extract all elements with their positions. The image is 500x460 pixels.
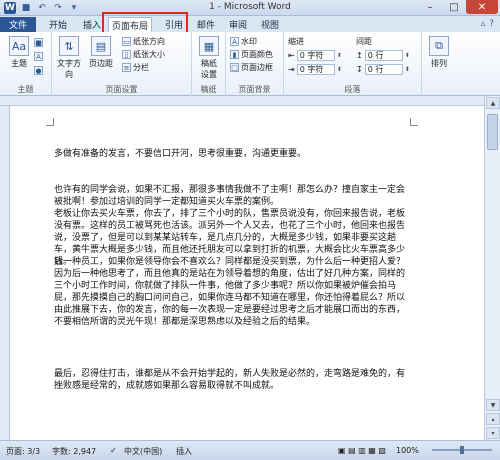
draft-icon: ▦ [199,36,219,56]
spinner-icon[interactable]: ⬍ [337,66,342,73]
page-color-icon: ▮ [230,50,239,59]
spacing-before-field[interactable]: ↥ 0 行 ⬍ [356,50,410,61]
arrange-button[interactable]: ⧉ 排列 [426,36,452,69]
word-count[interactable]: 字数: 2,947 [52,446,96,457]
page-color-button[interactable]: ▮ 页面颜色 [230,49,273,60]
group-label-draft: 稿纸 [200,85,217,94]
columns-button[interactable]: ≡ 分栏 [122,62,149,73]
tab-view[interactable]: 视图 [256,17,284,32]
close-icon[interactable]: ✕ [466,0,498,14]
doc-para-5[interactable]: 最后，忍得住打击，谁都是从不会开始学起的，新人失败是必然的，走弯路是难免的，有挫… [54,368,406,392]
window-controls: – □ ✕ [418,0,498,14]
spinner-icon[interactable]: ⬍ [405,66,410,73]
tab-file[interactable]: 文件 [0,17,36,32]
group-label-page-background: 页面背景 [238,85,271,94]
theme-effects-button[interactable]: ● [34,66,43,75]
zoom-slider[interactable] [432,446,492,454]
group-paragraph: 缩进 ⇤ 0 字符 ⬍ ⇥ 0 字符 ⬍ 间距 ↥ 0 行 ⬍ ↧ 0 行 ⬍ 段落 [284,32,422,96]
group-label-theme: 主题 [17,85,34,94]
theme-icon: Aa [9,36,29,56]
language-indicator[interactable]: 中文(中国) [124,446,162,457]
tab-home[interactable]: 开始 [44,17,72,32]
collapse-ribbon-icon[interactable]: ▵ [481,19,486,29]
doc-line-1[interactable]: 多做有准备的发言，不要信口开河，思考很重要，沟通更重要。 [54,148,454,160]
highlight-annotation [102,12,188,34]
spacing-after-field[interactable]: ↧ 0 行 ⬍ [356,64,410,75]
page-border-button[interactable]: □ 页面边框 [230,62,273,73]
text-direction-button[interactable]: ⇅ 文字方向 [56,36,82,80]
orientation-button[interactable]: ▭ 纸张方向 [122,36,165,47]
status-bar: 页面: 3/3 字数: 2,947 ✓ 中文(中国) 插入 ▣ ▤ ▥ ▦ ▧ … [0,440,500,460]
help-icon[interactable]: ? [489,19,494,29]
spinner-icon[interactable]: ⬍ [337,52,342,59]
group-arrange: ⧉ 排列 [422,32,458,96]
doc-para-2[interactable]: 也许有的同学会说，如果不汇报，那很多事情我做不了主啊！那怎么办？撞自家主一定会被… [54,184,406,208]
size-icon: ▯ [122,50,131,59]
fonts-icon: A [34,52,43,61]
scroll-thumb[interactable] [487,114,498,150]
scroll-down-icon[interactable]: ▼ [486,399,500,411]
document-page[interactable]: 多做有准备的发言，不要信口开河，思考很重要，沟通更重要。 也许有的同学会说，如果… [10,106,484,440]
indent-left-icon: ⇤ [288,51,295,60]
minimize-icon[interactable]: – [418,0,442,14]
margins-button[interactable]: ▤ 页边距 [88,36,114,69]
columns-icon: ≡ [122,63,131,72]
crop-mark [46,118,54,126]
size-button[interactable]: ▯ 纸张大小 [122,49,165,60]
indent-right-icon: ⇥ [288,65,295,74]
crop-mark [410,118,418,126]
ribbon: Aa 主题 ■ A ● 主题 ⇅ 文字方向 ▤ 页边距 ▭ 纸张方向 ▯ 纸张大小 … [0,32,500,96]
group-draft: ▦ 稿纸 设置 稿纸 [192,32,226,96]
ribbon-tabs: 文件 开始 插入 页面布局 引用 邮件 审阅 视图 ▵ ? [0,16,500,32]
theme-colors-button[interactable]: ■ [34,38,43,47]
maximize-icon[interactable]: □ [442,0,466,14]
draft-settings-button[interactable]: ▦ 稿纸 设置 [196,36,222,80]
watermark-button[interactable]: A 水印 [230,36,257,47]
spinner-icon[interactable]: ⬍ [405,52,410,59]
group-label-paragraph: 段落 [344,85,361,94]
theme-button[interactable]: Aa 主题 [6,36,32,69]
text-direction-icon: ⇅ [59,36,79,56]
watermark-icon: A [230,37,239,46]
indent-left-field[interactable]: ⇤ 0 字符 ⬍ [288,50,342,61]
group-page-setup: ⇅ 文字方向 ▤ 页边距 ▭ 纸张方向 ▯ 纸张大小 ≡ 分栏 页面设置 [52,32,192,96]
view-buttons[interactable]: ▣ ▤ ▥ ▦ ▧ [338,446,386,455]
vertical-ruler[interactable] [0,106,10,440]
orientation-icon: ▭ [122,37,131,46]
doc-para-4[interactable]: 后一种员工，如果你是领导你会不喜欢么？同样都是没买到票，为什么后一种更招人爱？因… [54,256,406,328]
vertical-scrollbar[interactable]: ▲ ▼ ▴ ▾ [484,96,500,440]
colors-icon: ■ [34,38,43,47]
spacing-label: 间距 [356,37,372,46]
tab-review[interactable]: 审阅 [224,17,252,32]
group-theme: Aa 主题 ■ A ● 主题 [0,32,52,96]
next-page-icon[interactable]: ▾ [486,427,500,439]
scroll-up-icon[interactable]: ▲ [486,97,500,109]
prev-page-icon[interactable]: ▴ [486,413,500,425]
page-border-icon: □ [230,63,239,72]
group-label-page-setup: 页面设置 [105,85,138,94]
arrange-icon: ⧉ [429,36,449,56]
tab-mailings[interactable]: 邮件 [192,17,220,32]
help-area: ▵ ? [481,19,494,29]
proofing-icon[interactable]: ✓ [110,446,117,455]
zoom-level[interactable]: 100% [396,446,419,455]
indent-right-field[interactable]: ⇥ 0 字符 ⬍ [288,64,342,75]
page-count[interactable]: 页面: 3/3 [6,446,40,457]
title-bar: W ■ ↶ ↷ ▾ 1 - Microsoft Word – □ ✕ [0,0,500,16]
spacing-after-icon: ↧ [356,65,363,74]
group-page-background: A 水印 ▮ 页面颜色 □ 页面边框 页面背景 [226,32,284,96]
effects-icon: ● [34,66,43,75]
margins-icon: ▤ [91,36,111,56]
spacing-before-icon: ↥ [356,51,363,60]
horizontal-ruler[interactable] [0,96,500,106]
indent-label: 缩进 [288,37,304,46]
zoom-slider-knob[interactable] [460,446,464,454]
insert-mode[interactable]: 插入 [176,446,192,457]
theme-fonts-button[interactable]: A [34,52,43,61]
